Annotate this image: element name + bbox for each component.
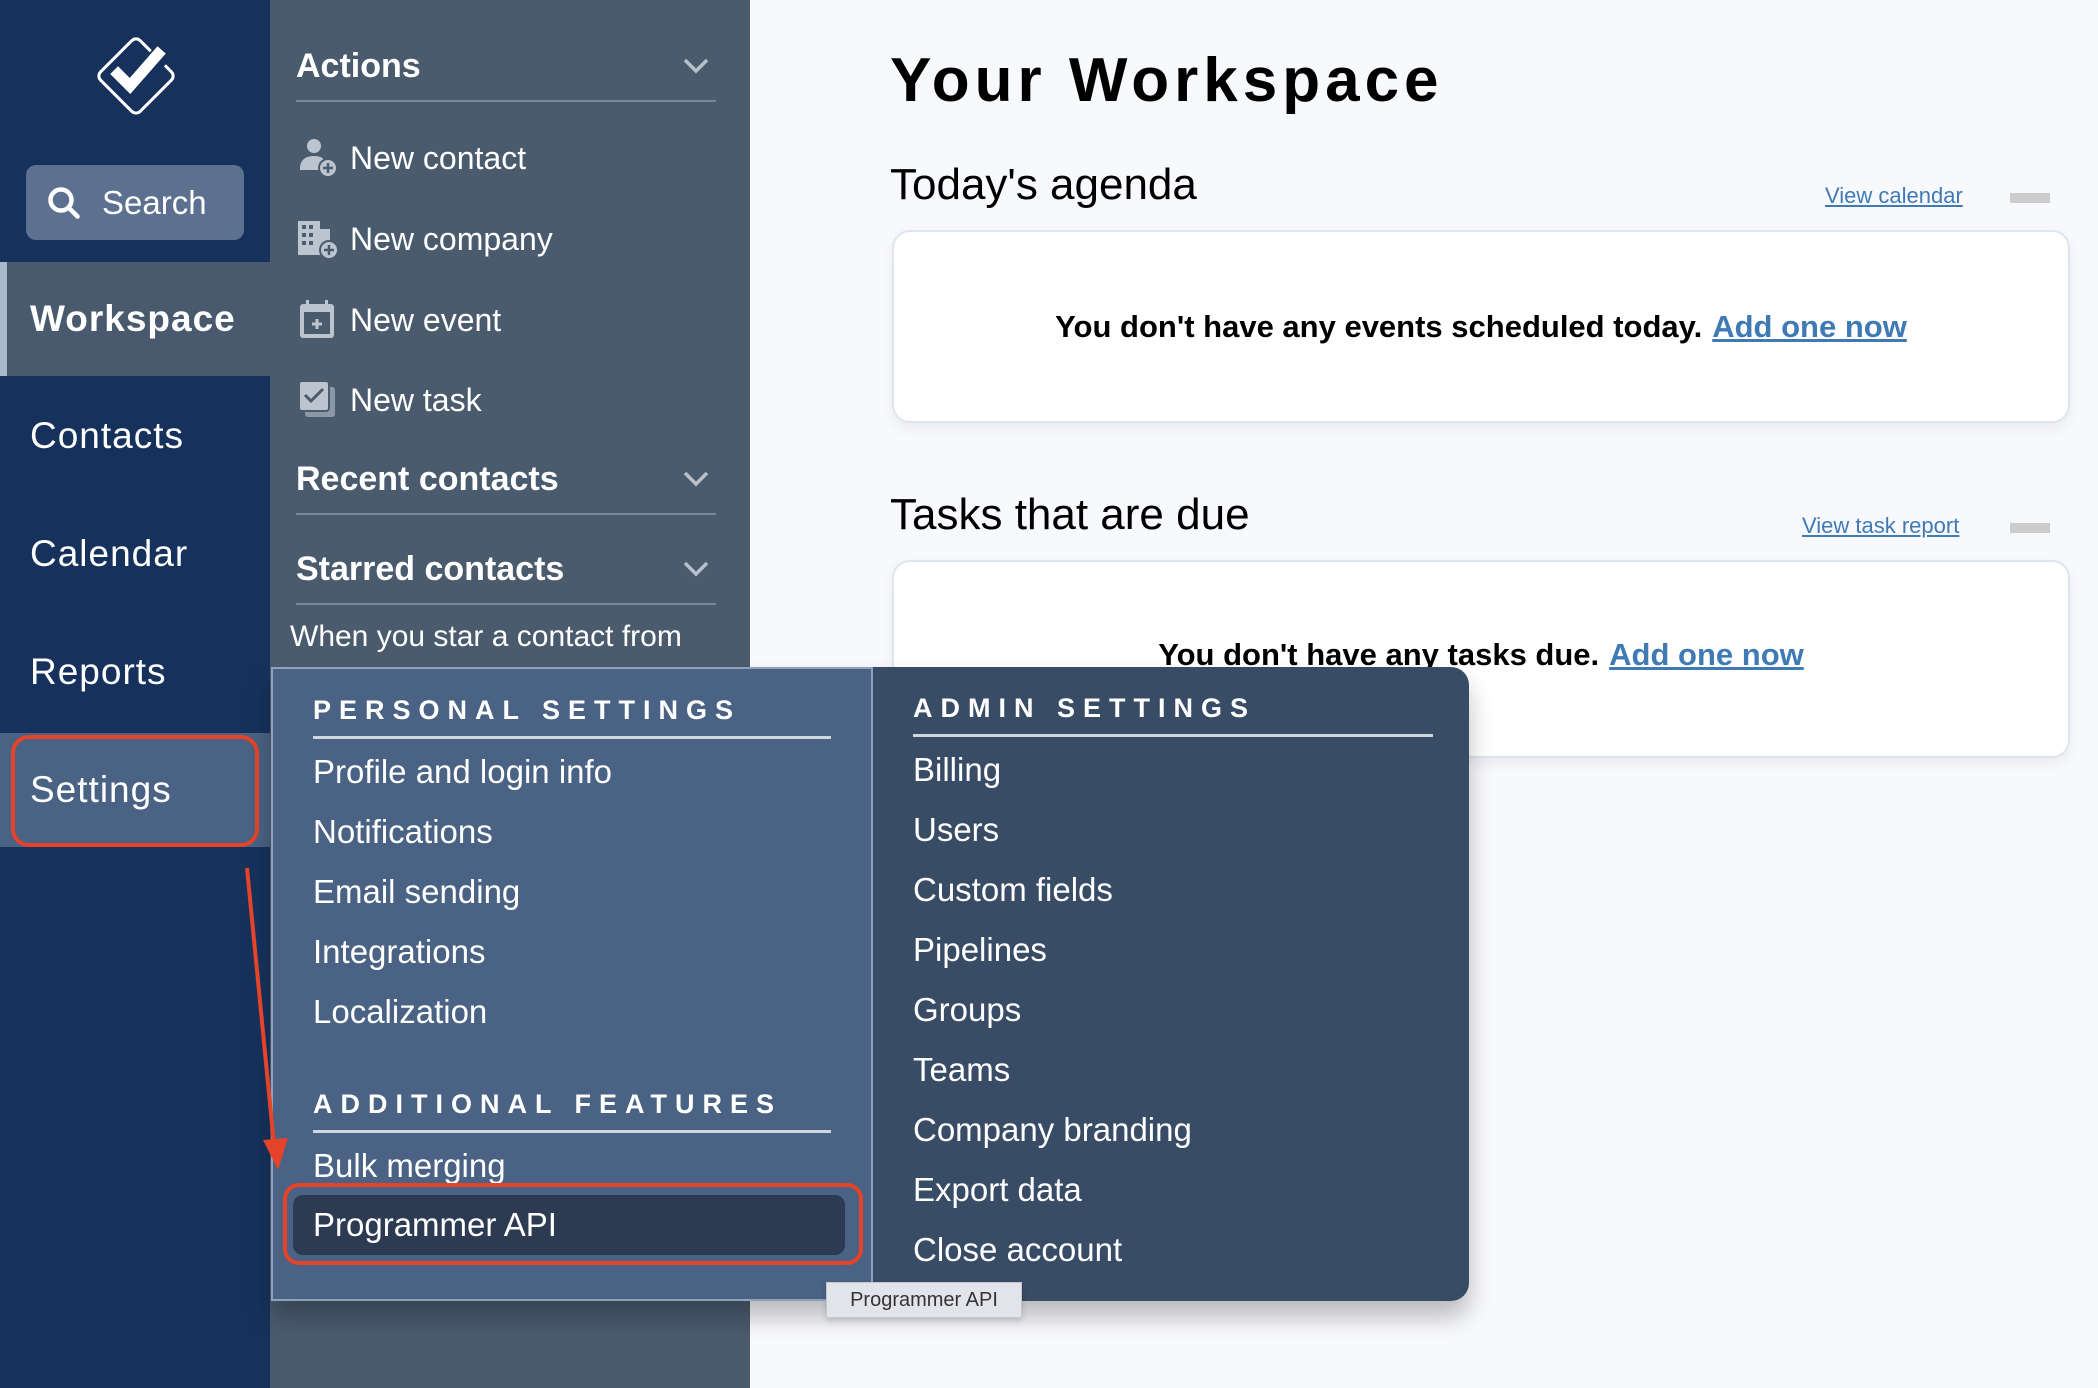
main-nav: Search Workspace Contacts Calendar Repor… [0,0,270,1388]
menu-item-label: Programmer API [313,1206,557,1243]
nav-item-workspace[interactable]: Workspace [0,262,270,376]
admin-settings-column: ADMIN SETTINGS Billing Users Custom fiel… [871,667,1469,1301]
menu-item-custom-fields[interactable]: Custom fields [913,871,1113,909]
menu-item-users[interactable]: Users [913,811,999,849]
search-button[interactable]: Search [26,165,244,240]
starred-contacts-header[interactable]: Starred contacts [296,535,716,605]
personal-settings-heading: PERSONAL SETTINGS [313,695,831,739]
starred-contacts-note: When you star a contact from [290,620,682,653]
agenda-collapse-handle[interactable] [2010,193,2050,203]
additional-features-heading: ADDITIONAL FEATURES [313,1089,831,1133]
nav-item-contacts[interactable]: Contacts [0,379,270,493]
action-label: New event [350,301,502,338]
menu-item-groups[interactable]: Groups [913,991,1021,1029]
nav-item-label: Calendar [30,533,189,574]
recent-contacts-heading: Recent contacts [296,459,559,498]
menu-item-notifications[interactable]: Notifications [313,813,493,851]
nav-item-label: Settings [30,769,172,810]
menu-item-programmer-api[interactable]: Programmer API [293,1195,845,1255]
add-task-link[interactable]: Add one now [1609,637,1804,673]
checkbox-stack-icon [298,380,335,417]
settings-menu: PERSONAL SETTINGS Profile and login info… [271,667,1469,1301]
nav-item-label: Reports [30,651,167,692]
tooltip: Programmer API [826,1282,1022,1318]
nav-item-calendar[interactable]: Calendar [0,497,270,611]
admin-settings-heading: ADMIN SETTINGS [913,693,1433,737]
nav-item-settings[interactable]: Settings [0,733,270,847]
menu-item-close-account[interactable]: Close account [913,1231,1122,1269]
actions-heading: Actions [296,46,421,85]
menu-item-export-data[interactable]: Export data [913,1171,1082,1209]
chevron-down-icon [683,58,709,74]
tasks-title: Tasks that are due [890,490,1250,539]
new-contact-action[interactable]: New contact [296,128,526,188]
new-event-action[interactable]: New event [296,290,501,350]
agenda-empty-text: You don't have any events scheduled toda… [1055,308,1703,344]
search-label: Search [102,183,207,221]
logo-icon[interactable] [88,28,184,124]
chevron-down-icon [683,471,709,487]
new-task-action[interactable]: New task [296,370,482,430]
menu-item-company-branding[interactable]: Company branding [913,1111,1192,1149]
menu-item-localization[interactable]: Localization [313,993,487,1031]
view-task-report-link[interactable]: View task report [1802,513,1959,539]
calendar-plus-icon [300,300,334,338]
action-label: New task [350,381,482,418]
action-label: New contact [350,139,527,176]
action-label: New company [350,220,553,257]
recent-contacts-header[interactable]: Recent contacts [296,445,716,515]
add-event-link[interactable]: Add one now [1712,309,1907,345]
new-company-action[interactable]: New company [296,209,553,269]
add-person-icon [300,139,338,178]
starred-contacts-heading: Starred contacts [296,549,565,588]
tasks-collapse-handle[interactable] [2010,523,2050,533]
view-calendar-link[interactable]: View calendar [1825,183,1963,209]
agenda-card: You don't have any events scheduled toda… [892,230,2070,423]
menu-item-billing[interactable]: Billing [913,751,1001,789]
page-title: Your Workspace [890,46,1444,115]
menu-item-bulk-merging[interactable]: Bulk merging [313,1147,506,1185]
menu-item-teams[interactable]: Teams [913,1051,1010,1089]
menu-item-email-sending[interactable]: Email sending [313,873,520,911]
personal-settings-column: PERSONAL SETTINGS Profile and login info… [271,667,871,1301]
nav-item-reports[interactable]: Reports [0,615,270,729]
agenda-title: Today's agenda [890,160,1197,209]
actions-section-header[interactable]: Actions [296,32,716,102]
menu-item-integrations[interactable]: Integrations [313,933,485,971]
menu-item-profile[interactable]: Profile and login info [313,753,612,791]
nav-item-label: Contacts [30,415,185,456]
nav-item-label: Workspace [30,298,236,339]
search-icon [48,186,80,219]
chevron-down-icon [683,561,709,577]
add-building-icon [298,221,339,260]
menu-item-pipelines[interactable]: Pipelines [913,931,1047,969]
